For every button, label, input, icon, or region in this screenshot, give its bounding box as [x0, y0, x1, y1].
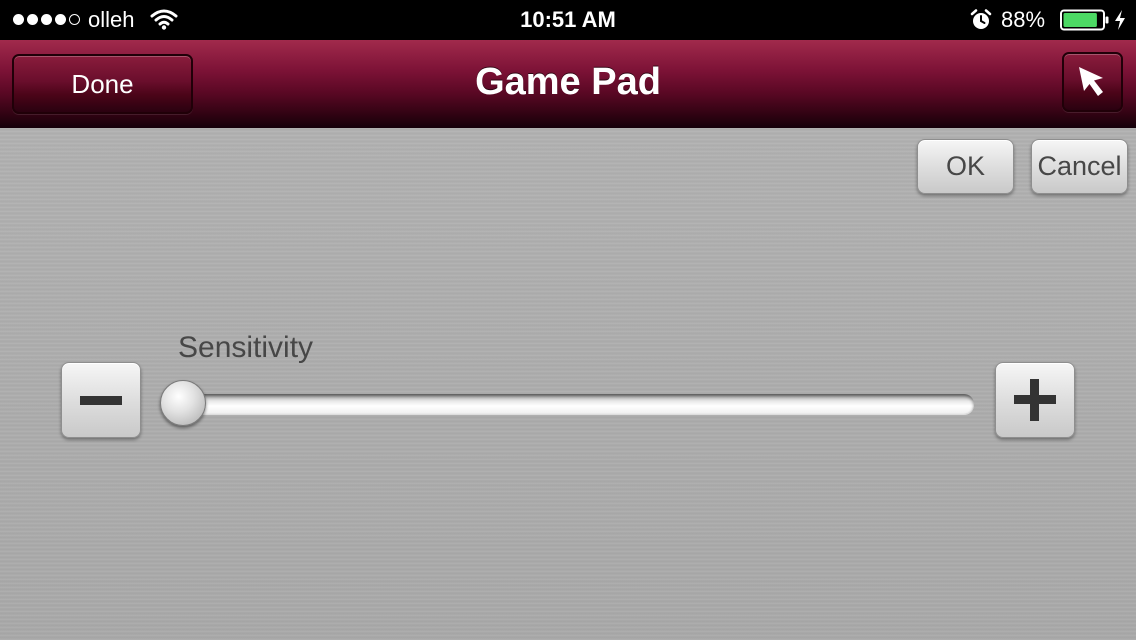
sensitivity-slider-track[interactable] — [168, 394, 974, 414]
battery-percent: 88% — [1001, 7, 1046, 32]
sensitivity-panel: OK Cancel Sensitivity — [0, 128, 1136, 640]
status-time: 10:51 AM — [520, 7, 616, 32]
navigation-bar: Done Game Pad — [0, 40, 1136, 128]
minus-icon — [80, 395, 122, 405]
status-bar: olleh 10:51 AM 88% — [0, 0, 1136, 40]
cancel-button[interactable]: Cancel — [1031, 139, 1128, 194]
increase-sensitivity-button[interactable] — [995, 362, 1075, 438]
battery-icon — [1060, 9, 1110, 36]
alarm-icon — [969, 9, 993, 36]
cursor-arrow-icon — [1078, 67, 1103, 96]
sensitivity-label: Sensitivity — [178, 331, 314, 364]
sensitivity-slider-thumb[interactable] — [160, 380, 206, 426]
charging-bolt-icon — [1113, 9, 1127, 36]
cursor-mode-button[interactable] — [1062, 52, 1123, 112]
page-title: Game Pad — [475, 61, 661, 103]
ok-button[interactable]: OK — [917, 139, 1014, 194]
plus-icon — [1014, 379, 1056, 421]
decrease-sensitivity-button[interactable] — [61, 362, 141, 438]
